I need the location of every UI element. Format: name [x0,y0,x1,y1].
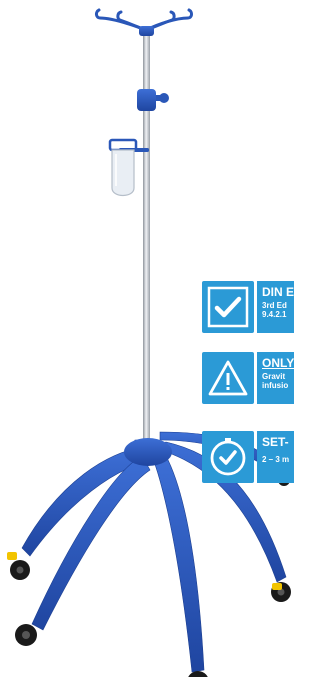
warning-icon [208,360,248,396]
badge-title: ONLY [262,356,294,370]
badge-line-1: 2 – 3 m [262,455,290,464]
badge-line-2: infusio [262,381,289,390]
badge-line-1: Gravit [262,372,286,381]
badge-title: DIN E [262,285,294,299]
hook-hub [139,26,154,36]
feature-badge-set: SET- 2 – 3 m [202,431,294,483]
base-hub [124,438,172,466]
badge-line-2: 9.4.2.1 [262,310,287,319]
badge-icon-box [202,281,254,333]
badge-text-box: SET- 2 – 3 m [257,431,294,483]
checkmark-icon [207,286,249,328]
feature-badge-only: ONLY Gravit infusio [202,352,294,404]
badge-text-box: ONLY Gravit infusio [257,352,294,404]
badge-icon-box [202,431,254,483]
height-clamp-icon [137,89,169,111]
clock-icon [210,438,246,476]
iv-pole-photo [7,8,291,677]
badge-title: SET- [262,435,289,449]
feature-badge-din: DIN E 3rd Ed 9.4.2.1 [202,281,294,333]
badge-icon-box [202,352,254,404]
badge-line-1: 3rd Ed [262,301,287,310]
badge-text-box: DIN E 3rd Ed 9.4.2.1 [257,281,294,333]
